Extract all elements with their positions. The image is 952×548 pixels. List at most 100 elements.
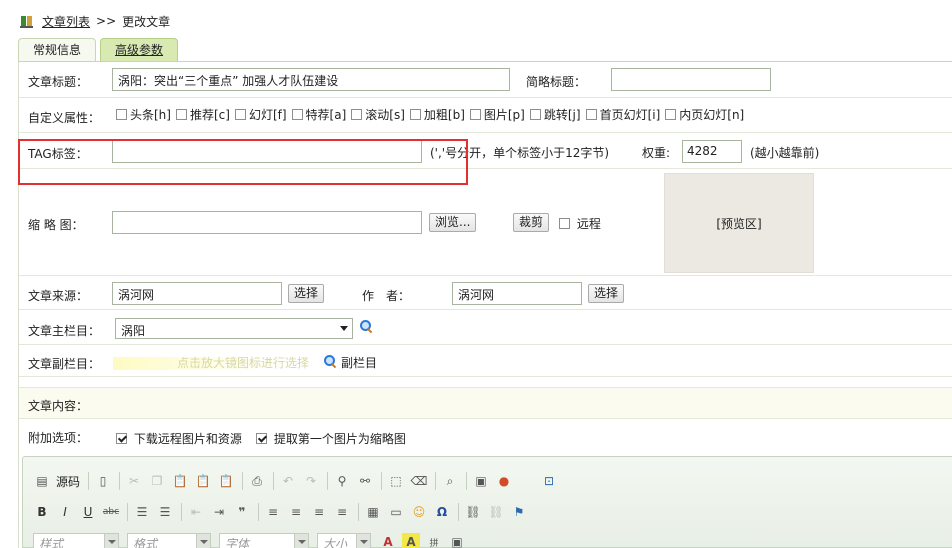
horizontal-rule-icon[interactable]: ▭	[387, 503, 405, 521]
editor-toolbar-row-1: ▤ 源码 ▯ ✂ ❐ 📋 📋 📋 ⎙ ↶ ↷ ⚲ ⚯ ⬚ ⌫ ⌕ ▣ ● ⊡	[33, 470, 563, 492]
source-button[interactable]: 源码	[56, 473, 80, 490]
remove-format-icon[interactable]: ⌫	[410, 472, 428, 490]
source-input[interactable]: 涡河网	[112, 282, 282, 305]
first-image-thumbnail-option[interactable]: 提取第一个图片为缩略图	[256, 430, 406, 447]
bulleted-list-icon[interactable]: ☰	[156, 503, 174, 521]
chevron-down-icon	[340, 326, 348, 331]
text-color-icon[interactable]: A	[379, 533, 397, 548]
sub-column-label: 文章副栏目：	[28, 357, 101, 371]
rich-text-editor: ▤ 源码 ▯ ✂ ❐ 📋 📋 📋 ⎙ ↶ ↷ ⚲ ⚯ ⬚ ⌫ ⌕ ▣ ● ⊡ B…	[22, 456, 952, 548]
copy-icon[interactable]: ❐	[148, 472, 166, 490]
sub-column-link[interactable]: 副栏目	[341, 354, 377, 371]
paste-icon[interactable]: 📋	[171, 472, 189, 490]
bold-icon[interactable]: B	[33, 503, 51, 521]
bg-color-icon[interactable]: A	[402, 533, 420, 548]
tab-general[interactable]: 常规信息	[18, 38, 97, 61]
breadcrumb: 文章列表 >> 更改文章	[20, 12, 170, 30]
blockquote-icon[interactable]: ❞	[233, 503, 251, 521]
select-all-icon[interactable]: ⬚	[387, 472, 405, 490]
strikethrough-icon[interactable]: abc	[102, 503, 120, 521]
print-icon[interactable]: ⎙	[248, 472, 266, 490]
find-icon[interactable]: ⚲	[333, 472, 351, 490]
image-icon[interactable]: ▣	[472, 472, 490, 490]
table-icon[interactable]: ▦	[364, 503, 382, 521]
browse-button[interactable]: 浏览...	[429, 213, 477, 232]
unlink-icon[interactable]: ⛓	[487, 503, 505, 521]
format-combo[interactable]: 格式	[127, 533, 211, 548]
attr-home-slide[interactable]: 首页幻灯[i]	[585, 106, 660, 123]
thumbnail-input[interactable]	[112, 211, 422, 234]
remote-option[interactable]: 远程	[559, 215, 601, 232]
download-remote-option[interactable]: 下载远程图片和资源	[116, 430, 242, 447]
title-input[interactable]: 涡阳：突出“三个重点” 加强人才队伍建设	[112, 68, 510, 91]
source-icon[interactable]: ▤	[33, 472, 51, 490]
attr-inner-slide[interactable]: 内页幻灯[n]	[665, 106, 744, 123]
underline-icon[interactable]: U	[79, 503, 97, 521]
short-title-input[interactable]	[611, 68, 771, 91]
attr-bold[interactable]: 加粗[b]	[409, 106, 465, 123]
redo-icon[interactable]: ↷	[302, 472, 320, 490]
align-center-icon[interactable]: ≡	[287, 503, 305, 521]
document-icon[interactable]: ▯	[94, 472, 112, 490]
attributes-label: 自定义属性：	[28, 111, 101, 125]
author-select-button[interactable]: 选择	[588, 284, 625, 303]
options-label: 附加选项：	[28, 431, 89, 445]
breadcrumb-current: 更改文章	[122, 14, 171, 29]
special-char-icon[interactable]: Ω	[433, 503, 451, 521]
paste-text-icon[interactable]: 📋	[194, 472, 212, 490]
attr-scroll[interactable]: 滚动[s]	[351, 106, 405, 123]
weight-input[interactable]: 4282	[682, 140, 742, 163]
font-combo[interactable]: 字体	[219, 533, 309, 548]
size-combo[interactable]: 大小	[317, 533, 371, 548]
sub-column-row: 文章副栏目： 点击放大镜图标进行选择 副栏目	[19, 345, 952, 377]
cut-icon[interactable]: ✂	[125, 472, 143, 490]
crop-button[interactable]: 裁剪	[513, 213, 550, 232]
thumbnail-label: 缩 略 图：	[28, 218, 84, 232]
attr-recommend[interactable]: 推荐[c]	[175, 106, 230, 123]
smiley-icon[interactable]: ☺	[410, 503, 428, 521]
pinyin-icon[interactable]: 拼	[425, 533, 443, 548]
title-row: 文章标题： 涡阳：突出“三个重点” 加强人才队伍建设 简略标题：	[19, 62, 952, 98]
attr-picture[interactable]: 图片[p]	[469, 106, 525, 123]
book-icon	[20, 15, 34, 28]
editor-toolbar-row-2: B I U abc ☰ ☰ ⇤ ⇥ ❞ ≡ ≡ ≡ ≡ ▦ ▭ ☺ Ω ⛓ ⛓ …	[33, 501, 533, 523]
align-right-icon[interactable]: ≡	[310, 503, 328, 521]
attribute-list: 头条[h] 推荐[c] 幻灯[f] 特荐[a] 滚动[s] 加粗[b] 图片[p…	[116, 106, 749, 123]
link-icon[interactable]: ⛓	[464, 503, 482, 521]
main-column-select[interactable]: 涡阳	[115, 318, 353, 339]
outdent-icon[interactable]: ⇤	[187, 503, 205, 521]
italic-icon[interactable]: I	[56, 503, 74, 521]
preview-icon[interactable]: ⌕	[441, 472, 459, 490]
insert-image-icon[interactable]: ▣	[448, 533, 466, 548]
maximize-icon[interactable]: ⊡	[540, 472, 558, 490]
source-select-button[interactable]: 选择	[288, 284, 325, 303]
align-justify-icon[interactable]: ≡	[333, 503, 351, 521]
flash-icon[interactable]: ●	[495, 472, 513, 490]
paste-word-icon[interactable]: 📋	[217, 472, 235, 490]
breadcrumb-separator: >>	[96, 14, 117, 28]
style-combo[interactable]: 样式	[33, 533, 119, 548]
tab-bar: 常规信息 高级参数	[18, 38, 182, 61]
indent-icon[interactable]: ⇥	[210, 503, 228, 521]
author-input[interactable]: 涡河网	[452, 282, 582, 305]
tab-advanced[interactable]: 高级参数	[100, 38, 179, 61]
replace-icon[interactable]: ⚯	[356, 472, 374, 490]
search-icon[interactable]	[360, 320, 373, 333]
search-icon[interactable]	[324, 355, 337, 368]
article-list-link[interactable]: 文章列表	[42, 13, 90, 30]
attr-jump[interactable]: 跳转[j]	[529, 106, 581, 123]
anchor-icon[interactable]: ⚑	[510, 503, 528, 521]
attr-headline[interactable]: 头条[h]	[116, 106, 171, 123]
content-label: 文章内容：	[28, 399, 89, 413]
attr-slide[interactable]: 幻灯[f]	[234, 106, 287, 123]
numbered-list-icon[interactable]: ☰	[133, 503, 151, 521]
align-left-icon[interactable]: ≡	[264, 503, 282, 521]
author-label: 作 者：	[362, 289, 411, 303]
undo-icon[interactable]: ↶	[279, 472, 297, 490]
content-row: 文章内容：	[19, 387, 952, 419]
main-column-label: 文章主栏目：	[28, 324, 101, 338]
weight-label: 权重:	[642, 146, 671, 160]
title-label: 文章标题：	[28, 75, 89, 89]
main-column-row: 文章主栏目： 涡阳	[19, 310, 952, 345]
attr-special[interactable]: 特荐[a]	[291, 106, 346, 123]
